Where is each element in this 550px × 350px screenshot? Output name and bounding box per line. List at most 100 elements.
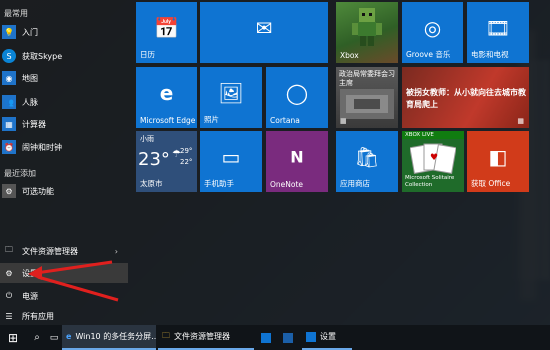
app-label: 获取Skype [22, 51, 63, 61]
office-icon: ◧ [488, 144, 508, 169]
tile-label: 手机助手 [204, 179, 234, 188]
skype-icon: S [2, 49, 16, 63]
calendar-icon: 📅 [154, 15, 179, 40]
taskbar-app-edge[interactable]: e Win10 的多任务分屏... [62, 325, 156, 350]
search-icon[interactable]: ⌕ [28, 325, 46, 350]
taskbar-app-explorer[interactable]: 🗀 文件资源管理器 [158, 325, 254, 350]
tile-office[interactable]: ◧ 获取 Office [467, 131, 529, 192]
all-apps-icon: ☰ [5, 311, 13, 321]
store-icon [261, 332, 271, 343]
tile-onenote[interactable]: N OneNote [266, 131, 328, 192]
section-recent: 最近添加 [4, 169, 36, 178]
taskbar-app-mail[interactable] [280, 325, 296, 350]
news2-headline: 被拐女教师：从小就向往去城市教育局爬上 [406, 88, 526, 109]
tile-label: Xbox [340, 51, 359, 60]
app-item-skype[interactable]: S 获取Skype [0, 46, 128, 66]
people-icon: 👥 [2, 95, 16, 109]
app-label: 地图 [22, 73, 38, 83]
weather-temp: 23° [138, 149, 170, 170]
tile-movies[interactable]: 🎞 电影和电视 [467, 2, 529, 63]
weather-high: 29° [180, 147, 193, 155]
app-item-calculator[interactable]: ▦ 计算器 [0, 114, 128, 134]
tile-label: 日历 [140, 50, 155, 59]
tile-label: OneNote [270, 180, 304, 189]
taskbar-app-title: Win10 的多任务分屏... [75, 332, 156, 341]
tile-news-2[interactable]: 被拐女教师：从小就向往去城市教育局爬上 ▦ [402, 67, 529, 128]
menu-label: 所有应用 [22, 311, 54, 321]
menu-label: 设置 [22, 268, 38, 278]
app-label: 计算器 [22, 119, 46, 129]
gear-icon [306, 331, 316, 342]
taskbar-app-store[interactable] [258, 325, 274, 350]
start-menu: 最常用 💡 入门 S 获取Skype ◉ 地图 👥 人脉 ▦ 计算器 ⏰ 闹钟和… [0, 0, 550, 325]
menu-file-explorer[interactable]: 🗀 文件资源管理器 › [0, 241, 128, 261]
tile-phone-companion[interactable]: ▭ 手机助手 [200, 131, 262, 192]
gear-small-icon: ⚙ [2, 184, 16, 198]
tile-cortana[interactable]: ◯ Cortana [266, 67, 328, 128]
taskbar-app-settings[interactable]: 设置 [302, 325, 352, 350]
alarm-icon: ⏰ [2, 140, 16, 154]
tile-groove[interactable]: ◎ Groove 音乐 [402, 2, 463, 63]
tile-label: Groove 音乐 [406, 50, 451, 59]
cortana-icon: ◯ [285, 80, 309, 105]
news-photo-image [340, 89, 394, 119]
app-item-get-started[interactable]: 💡 入门 [0, 22, 128, 42]
app-label: 闹钟和时钟 [22, 142, 62, 152]
menu-label: 文件资源管理器 [22, 246, 78, 256]
windows-icon[interactable]: ⊞ [4, 325, 22, 350]
tile-label: 太原市 [140, 179, 163, 188]
task-view-icon[interactable]: ▭ [46, 325, 62, 350]
folder-icon: 🗀 [162, 330, 170, 340]
taskbar-app-title: 设置 [320, 332, 336, 341]
edge-icon: e [66, 332, 72, 341]
tile-store[interactable]: 🛍 应用商店 [336, 131, 398, 192]
tile-photos[interactable]: 🖼 照片 [200, 67, 262, 128]
tile-label: 照片 [204, 115, 219, 124]
lightbulb-icon: 💡 [2, 25, 16, 39]
tile-edge[interactable]: e Microsoft Edge [136, 67, 197, 128]
menu-label: 电源 [22, 291, 38, 301]
tile-weather[interactable]: 小雨 23° ☂ 29° 22° 太原市 [136, 131, 197, 192]
menu-all-apps[interactable]: ☰ 所有应用 [0, 306, 128, 326]
menu-settings[interactable]: ⚙ 设置 [0, 263, 128, 283]
app-item-alarms[interactable]: ⏰ 闹钟和时钟 [0, 137, 128, 157]
solitaire-caption: Microsoft Solitaire Collection [405, 175, 455, 188]
tile-label: Cortana [270, 116, 300, 125]
mail-icon: ✉ [255, 15, 273, 40]
tile-xbox[interactable]: Xbox [336, 2, 398, 63]
photo-icon: 🖼 [218, 80, 244, 105]
map-icon: ◉ [2, 71, 16, 85]
app-item-people[interactable]: 👥 人脉 [0, 92, 128, 112]
tile-label: 应用商店 [340, 179, 370, 188]
weather-condition: 小雨 [140, 135, 154, 143]
tile-label: Microsoft Edge [140, 116, 196, 125]
taskbar-app-title: 文件资源管理器 [174, 332, 230, 341]
svg-text:♥: ♥ [430, 153, 438, 163]
gear-icon: ⚙ [5, 268, 13, 278]
folder-icon: 🗀 [5, 245, 13, 254]
menu-power[interactable]: ⏻ 电源 [0, 286, 128, 306]
tile-solitaire[interactable]: XBOX LIVE ♥ Microsoft Solitaire Collecti… [402, 131, 464, 192]
chevron-right-icon: › [114, 246, 118, 256]
app-icon [283, 332, 293, 343]
tile-label: 获取 Office [471, 179, 511, 188]
section-frequent: 最常用 [4, 9, 28, 18]
news-icon: ▦ [517, 117, 524, 125]
tile-news[interactable]: 政治局常委拜会习主席 ▦ [336, 67, 398, 128]
tile-calendar[interactable]: 📅 日历 [136, 2, 197, 63]
app-item-maps[interactable]: ◉ 地图 [0, 68, 128, 88]
store-bag-icon: 🛍 [354, 144, 380, 169]
app-label: 人脉 [22, 97, 38, 107]
app-label: 入门 [22, 27, 38, 37]
groove-music-icon: ◎ [423, 15, 442, 40]
xbox-live-badge: XBOX LIVE [402, 131, 464, 139]
tile-mail[interactable]: ✉ [200, 2, 328, 63]
app-item-optional-features[interactable]: ⚙ 可选功能 [0, 181, 128, 201]
film-icon: 🎞 [485, 15, 511, 40]
start-left-panel: 最常用 💡 入门 S 获取Skype ◉ 地图 👥 人脉 ▦ 计算器 ⏰ 闹钟和… [0, 0, 130, 325]
onenote-icon: N [290, 147, 304, 167]
edge-icon: e [159, 80, 174, 105]
minecraft-figure-image [352, 8, 382, 46]
phone-icon: ▭ [221, 144, 241, 169]
app-label: 可选功能 [22, 186, 54, 196]
